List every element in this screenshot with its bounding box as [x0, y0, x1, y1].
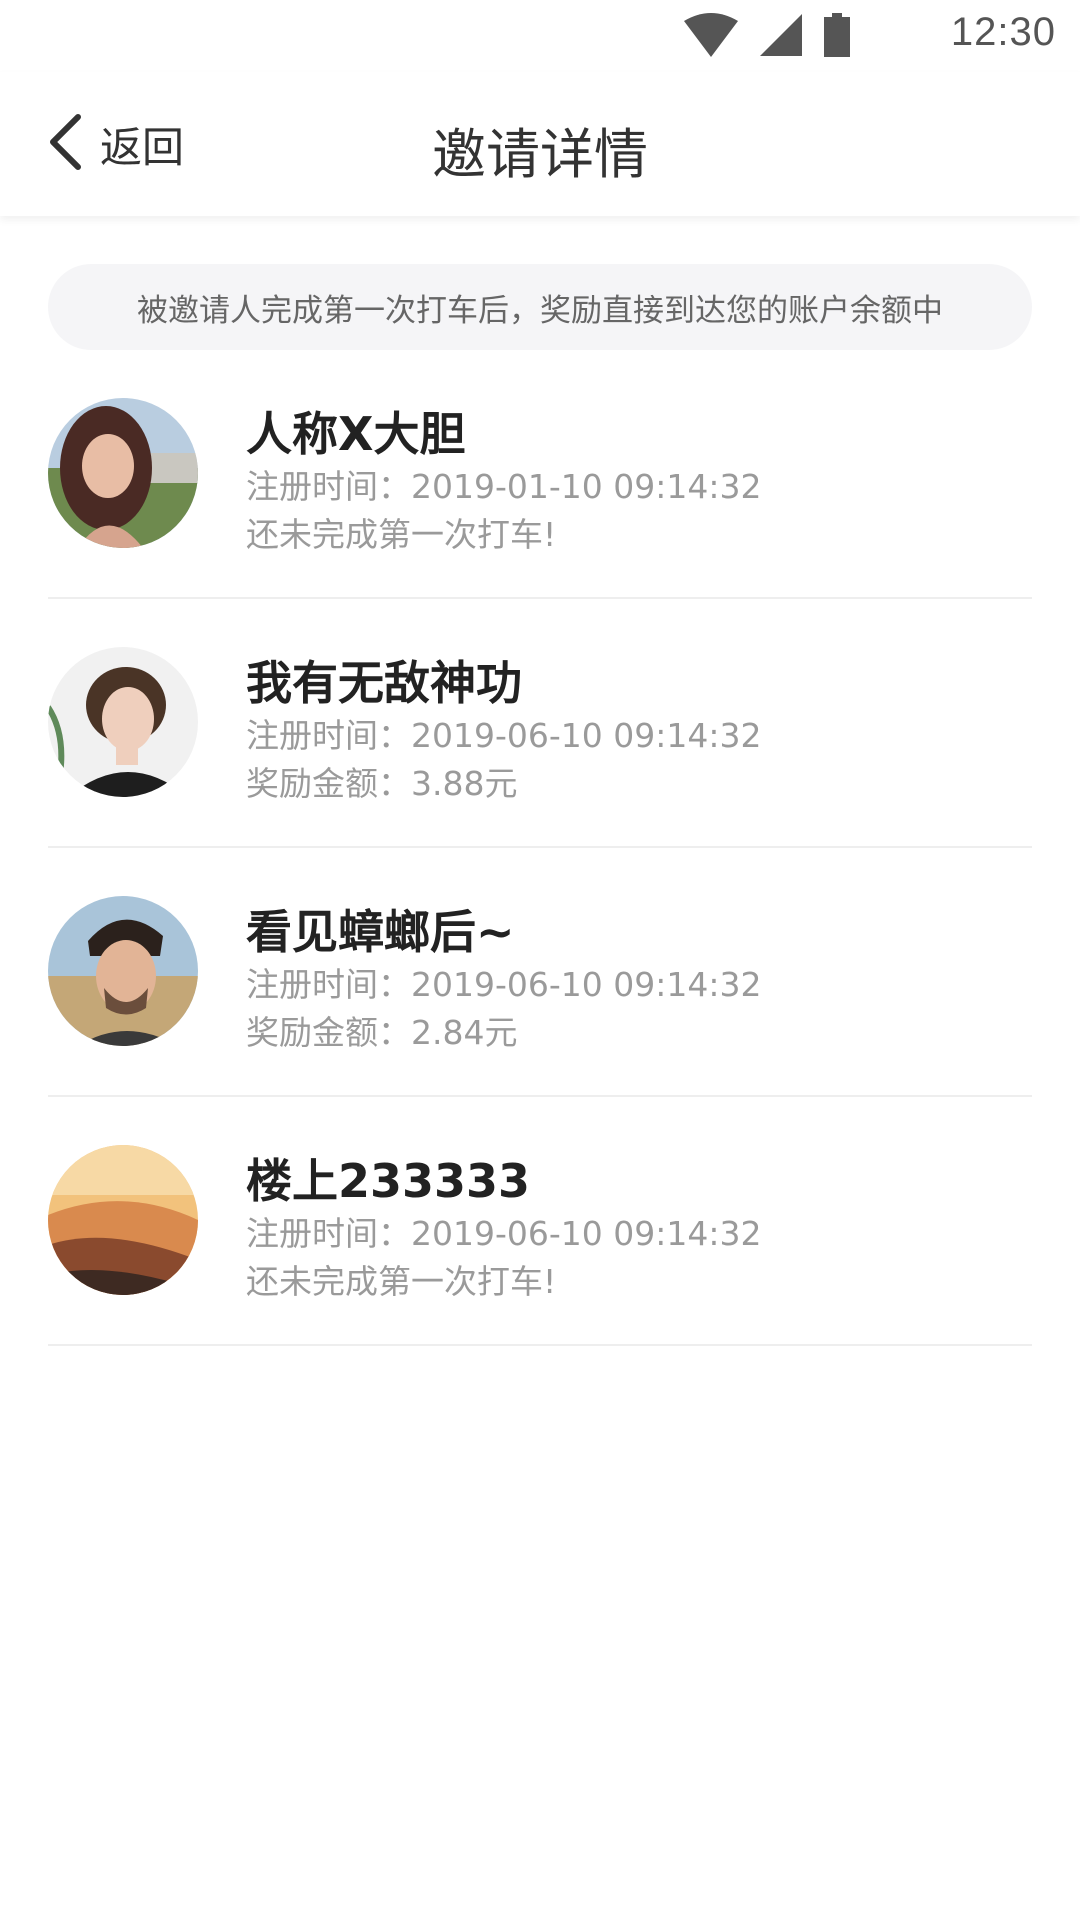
- invite-status: 还未完成第一次打车!: [246, 515, 557, 554]
- invitee-name: 我有无敌神功: [246, 656, 522, 710]
- avatar: [48, 1145, 198, 1295]
- list-item[interactable]: 楼上233333 注册时间：2019-06-10 09:14:32 还未完成第一…: [48, 1097, 1032, 1346]
- wifi-icon: [684, 13, 738, 61]
- status-bar: 12:30: [0, 0, 1080, 72]
- invitee-name: 楼上233333: [246, 1154, 531, 1208]
- register-time: 注册时间：2019-01-10 09:14:32: [246, 467, 762, 506]
- invite-status: 还未完成第一次打车!: [246, 1262, 557, 1301]
- list-item[interactable]: 我有无敌神功 注册时间：2019-06-10 09:14:32 奖励金额：3.8…: [48, 599, 1032, 848]
- invite-status: 奖励金额：3.88元: [246, 764, 518, 803]
- battery-icon: [824, 13, 850, 61]
- nav-bar: 返回 邀请详情: [0, 72, 1080, 216]
- list-item[interactable]: 人称X大胆 注册时间：2019-01-10 09:14:32 还未完成第一次打车…: [48, 350, 1032, 599]
- avatar: [48, 896, 198, 1046]
- reward-notice: 被邀请人完成第一次打车后，奖励直接到达您的账户余额中: [48, 264, 1032, 350]
- invite-status: 奖励金额：2.84元: [246, 1013, 518, 1052]
- cellular-signal-icon: [760, 14, 802, 60]
- status-time: 12:30: [950, 10, 1056, 54]
- status-icons: [684, 12, 850, 62]
- invitee-name: 人称X大胆: [246, 407, 466, 461]
- register-time: 注册时间：2019-06-10 09:14:32: [246, 716, 762, 755]
- avatar: [48, 647, 198, 797]
- invitee-list: 人称X大胆 注册时间：2019-01-10 09:14:32 还未完成第一次打车…: [0, 350, 1080, 1346]
- register-time: 注册时间：2019-06-10 09:14:32: [246, 1214, 762, 1253]
- register-time: 注册时间：2019-06-10 09:14:32: [246, 965, 762, 1004]
- invitee-name: 看见蟑螂后~: [246, 905, 515, 959]
- avatar: [48, 398, 198, 548]
- list-item[interactable]: 看见蟑螂后~ 注册时间：2019-06-10 09:14:32 奖励金额：2.8…: [48, 848, 1032, 1097]
- page-title: 邀请详情: [432, 123, 648, 186]
